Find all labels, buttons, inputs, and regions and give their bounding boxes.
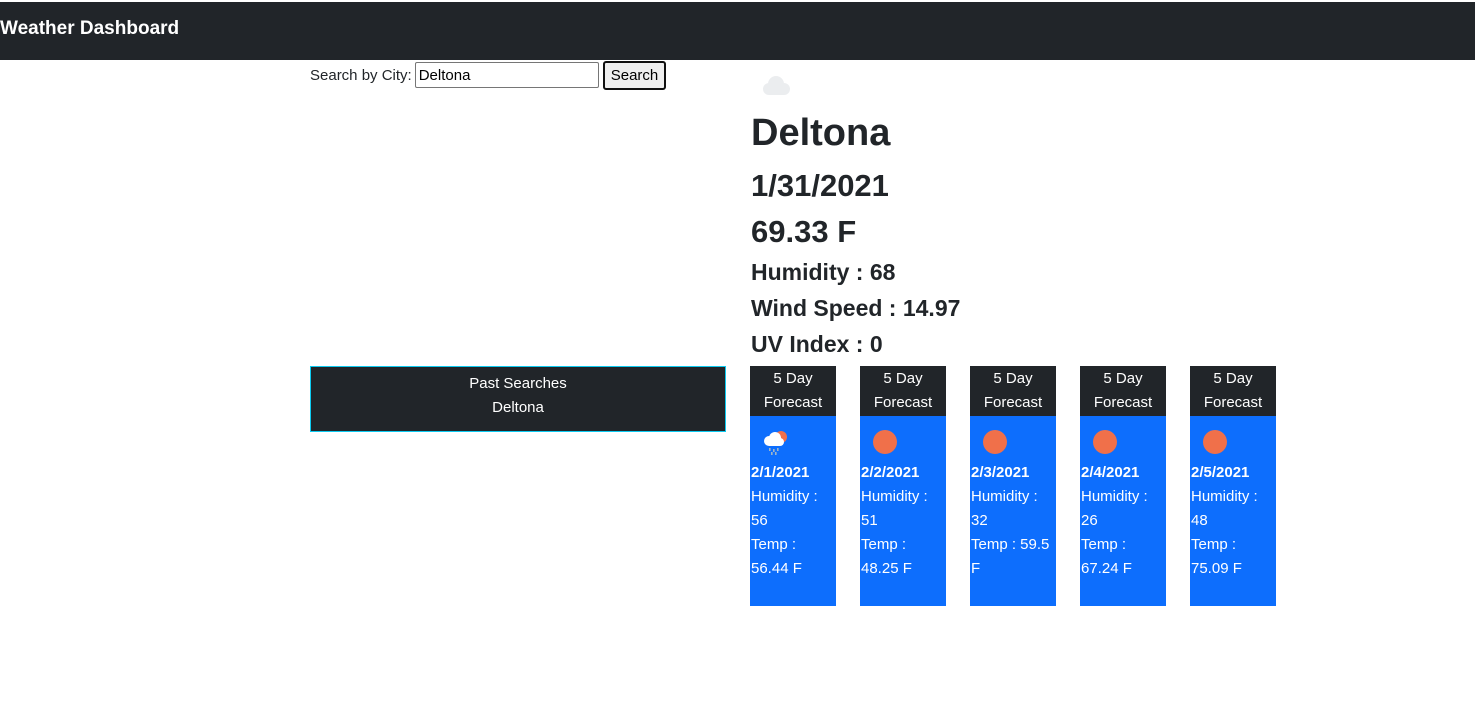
rain-sun-icon — [764, 431, 787, 455]
forecast-date: 2/2/2021 — [861, 464, 920, 481]
forecast-humidity-value: 48 — [1191, 512, 1208, 529]
forecast-humidity-value: 32 — [971, 512, 988, 529]
forecast-temp-label: Temp : — [751, 536, 797, 553]
city-search-input[interactable] — [414, 62, 599, 88]
forecast-header-line1: 5 Day — [1103, 370, 1143, 387]
forecast-temp-value: 67.24 F — [1081, 560, 1132, 577]
forecast-temp-value: 56.44 F — [751, 560, 802, 577]
current-date: 1/31/2021 — [751, 168, 889, 203]
forecast-header: 5 Day Forecast — [970, 366, 1056, 416]
forecast-humidity-label: Humidity : — [1081, 488, 1148, 505]
forecast-header-line2: Forecast — [1203, 394, 1263, 411]
past-searches-panel: Past Searches Deltona — [310, 366, 726, 432]
forecast-header-line2: Forecast — [763, 394, 823, 411]
past-searches-title: Past Searches — [469, 375, 567, 392]
forecast-header: 5 Day Forecast — [860, 366, 946, 416]
forecast-temp-label: Temp : 59.5 — [971, 536, 1050, 553]
current-city-name: Deltona — [751, 112, 891, 154]
forecast-temp-label: Temp : — [861, 536, 907, 553]
forecast-date: 2/3/2021 — [971, 464, 1030, 481]
forecast-temp-label: Temp : — [1081, 536, 1127, 553]
forecast-humidity-label: Humidity : — [971, 488, 1038, 505]
navbar: Weather Dashboard — [0, 2, 1475, 60]
forecast-humidity-value: 26 — [1081, 512, 1098, 529]
forecast-date: 2/4/2021 — [1081, 464, 1140, 481]
forecast-temp-value: F — [971, 560, 981, 577]
forecast-humidity-value: 51 — [861, 512, 878, 529]
forecast-date: 2/1/2021 — [751, 464, 810, 481]
navbar-brand[interactable]: Weather Dashboard — [0, 18, 179, 40]
forecast-humidity-value: 56 — [751, 512, 768, 529]
forecast-header-line1: 5 Day — [773, 370, 813, 387]
current-temperature: 69.33 F — [751, 214, 857, 249]
cloud-icon — [763, 76, 790, 95]
forecast-header-line2: Forecast — [873, 394, 933, 411]
forecast-header-line2: Forecast — [1093, 394, 1153, 411]
forecast-header-line1: 5 Day — [883, 370, 923, 387]
forecast-temp-value: 75.09 F — [1191, 560, 1242, 577]
forecast-card: 5 Day Forecast 2/4/2021 Humidity : 26 Te… — [1080, 366, 1166, 606]
forecast-card: 5 Day Forecast 2/1/2021 Humidity : 56 Te… — [750, 366, 836, 606]
search-form: Search by City: Search — [310, 60, 667, 90]
sun-icon — [1093, 430, 1117, 454]
forecast-humidity-label: Humidity : — [751, 488, 818, 505]
forecast-humidity-label: Humidity : — [1191, 488, 1258, 505]
forecast-header-line1: 5 Day — [993, 370, 1033, 387]
search-label: Search by City: — [310, 66, 412, 84]
forecast-header: 5 Day Forecast — [1080, 366, 1166, 416]
current-wind-speed: Wind Speed : 14.97 — [751, 295, 961, 321]
forecast-temp-label: Temp : — [1191, 536, 1237, 553]
past-search-item[interactable]: Deltona — [311, 396, 725, 420]
sun-icon — [1203, 430, 1227, 454]
forecast-header-line2: Forecast — [983, 394, 1043, 411]
current-humidity: Humidity : 68 — [751, 259, 896, 285]
forecast-temp-value: 48.25 F — [861, 560, 912, 577]
search-button[interactable]: Search — [602, 60, 667, 90]
forecast-header-line1: 5 Day — [1213, 370, 1253, 387]
forecast-header: 5 Day Forecast — [1190, 366, 1276, 416]
forecast-date: 2/5/2021 — [1191, 464, 1250, 481]
forecast-card: 5 Day Forecast 2/2/2021 Humidity : 51 Te… — [860, 366, 946, 606]
forecast-card: 5 Day Forecast 2/3/2021 Humidity : 32 Te… — [970, 366, 1056, 606]
forecast-card: 5 Day Forecast 2/5/2021 Humidity : 48 Te… — [1190, 366, 1276, 606]
forecast-header: 5 Day Forecast — [750, 366, 836, 416]
sun-icon — [873, 430, 897, 454]
current-uv-index: UV Index : 0 — [751, 331, 883, 357]
forecast-humidity-label: Humidity : — [861, 488, 928, 505]
sun-icon — [983, 430, 1007, 454]
